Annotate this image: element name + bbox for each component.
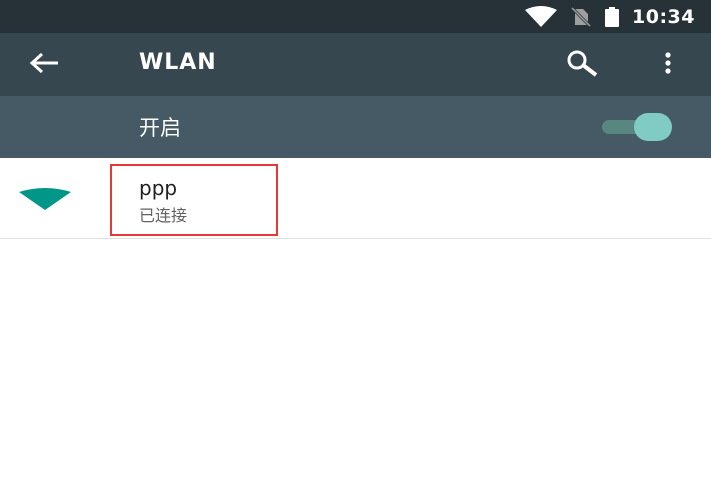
more-options-button[interactable] [648, 45, 688, 85]
more-vert-icon [664, 52, 672, 78]
back-button[interactable] [24, 45, 64, 85]
wlan-toggle[interactable] [600, 113, 674, 141]
network-name: ppp [139, 176, 178, 200]
divider [0, 238, 711, 239]
highlight-box [110, 164, 278, 236]
status-icons: 10:34 [524, 0, 695, 33]
status-bar: 10:34 [0, 0, 711, 33]
network-status: 已连接 [139, 206, 188, 225]
no-sim-icon [570, 6, 592, 28]
search-icon [566, 49, 598, 81]
network-list-item[interactable]: ppp 已连接 [0, 158, 711, 238]
search-button[interactable] [562, 45, 602, 85]
app-bar: WLAN [0, 33, 711, 96]
switch-label: 开启 [139, 116, 181, 140]
wlan-switch-bar: 开启 [0, 96, 711, 158]
status-time: 10:34 [632, 5, 695, 28]
wifi-signal-icon [18, 187, 72, 215]
battery-icon [604, 6, 620, 28]
wifi-signal-icon [524, 5, 558, 28]
page-title: WLAN [139, 50, 217, 75]
arrow-back-icon [29, 52, 59, 78]
toggle-thumb [634, 113, 672, 141]
